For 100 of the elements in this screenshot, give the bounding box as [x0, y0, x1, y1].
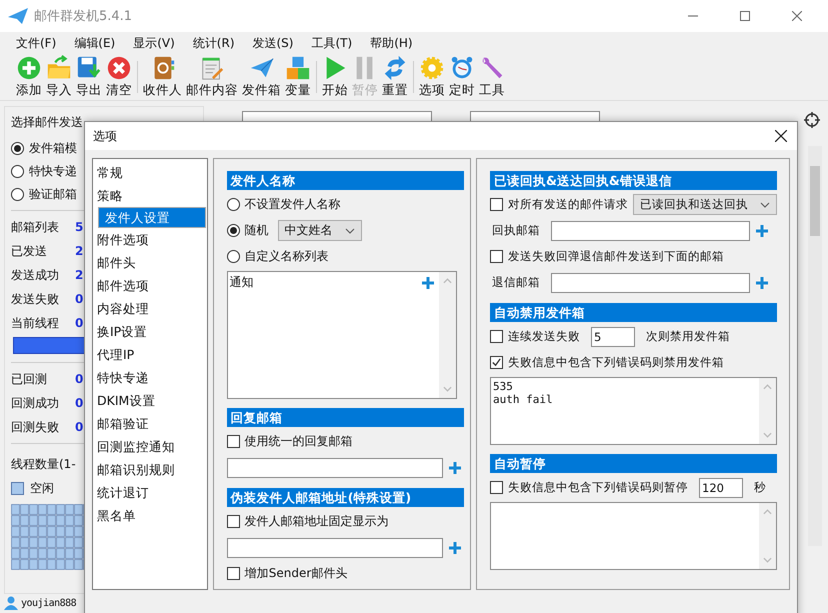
add-icon[interactable] — [421, 276, 435, 290]
refresh-icon — [382, 55, 408, 81]
radio-label: 随机 — [244, 222, 269, 239]
toolbar-button[interactable]: 定时 — [447, 55, 477, 99]
list-item[interactable]: 邮件头 — [94, 251, 206, 274]
field-suffix: 次则禁用发件箱 — [646, 329, 730, 344]
checkbox[interactable] — [226, 515, 240, 528]
checkbox-label: 增加Sender邮件头 — [244, 565, 348, 582]
dropdown[interactable]: 中文姓名 — [278, 220, 362, 241]
crosshair-icon[interactable] — [804, 112, 820, 128]
toolbar-button[interactable]: 选项 — [417, 55, 447, 99]
checkbox[interactable] — [490, 250, 503, 263]
menu-item[interactable]: 工具(T) — [311, 34, 352, 52]
checkbox-label: 对所有发送的邮件请求 — [508, 197, 628, 212]
x-circle-icon — [106, 55, 132, 81]
stat-value: 0 — [75, 372, 84, 386]
checkbox[interactable] — [490, 481, 503, 494]
section-header: 自动禁用发件箱 — [490, 303, 777, 322]
legend-label: 空闲 — [30, 480, 54, 497]
stat-value: 0 — [75, 420, 84, 434]
input-field[interactable] — [226, 538, 443, 558]
add-icon[interactable] — [448, 460, 462, 474]
toolbar-button[interactable]: 邮件内容 — [184, 55, 240, 99]
menu-item[interactable]: 帮助(H) — [370, 34, 413, 52]
window-title: 邮件群发机5.4.1 — [34, 8, 132, 25]
checkbox[interactable] — [490, 198, 503, 211]
section-header: 伪装发件人邮箱地址(特殊设置) — [226, 488, 464, 507]
gear-icon — [419, 55, 445, 81]
toolbar-button[interactable]: 工具 — [477, 55, 507, 99]
toolbar-button[interactable]: 开始 — [320, 55, 350, 99]
list-item[interactable]: 发件人设置 — [98, 207, 206, 228]
menu-item[interactable]: 编辑(E) — [74, 34, 116, 52]
checkbox-label: 发送失败回弹退信邮件发送到下面的邮箱 — [508, 249, 724, 264]
checkbox[interactable] — [490, 330, 503, 343]
toolbar-button[interactable]: 重置 — [380, 55, 410, 99]
list-item[interactable]: 代理IP — [94, 343, 206, 366]
toolbar-button[interactable]: 变量 — [283, 55, 313, 99]
radio-button[interactable] — [226, 198, 240, 211]
radio-button[interactable] — [226, 224, 240, 237]
toolbar-button[interactable]: 清空 — [104, 55, 134, 99]
plus-circle-icon — [16, 55, 42, 81]
stat-label: 已回测 — [11, 370, 48, 388]
toolbar-button[interactable]: 添加 — [14, 55, 44, 99]
menu-item[interactable]: 发送(S) — [252, 34, 294, 52]
stat-label: 发送失败 — [11, 290, 60, 308]
menu-item[interactable]: 文件(F) — [16, 34, 56, 52]
menu-item[interactable]: 统计(R) — [192, 34, 234, 52]
checkbox-label: 发件人邮箱地址固定显示为 — [244, 513, 389, 530]
scrollbar[interactable] — [808, 146, 822, 546]
list-item[interactable]: 邮件选项 — [94, 274, 206, 297]
list-item[interactable]: 特快专递 — [94, 366, 206, 389]
radio-button[interactable] — [226, 250, 240, 263]
number-field[interactable]: 5 — [591, 326, 635, 346]
stat-value: 5 — [75, 220, 84, 234]
input-field[interactable] — [551, 220, 750, 240]
radio-label: 发件箱模 — [29, 140, 77, 157]
add-icon[interactable] — [755, 276, 769, 290]
section-header: 回复邮箱 — [226, 408, 464, 427]
list-item[interactable]: 统计退订 — [94, 481, 206, 504]
stat-label: 已发送 — [11, 242, 48, 260]
section-header: 已读回执&送达回执&错误退信 — [490, 171, 777, 190]
number-field[interactable]: 120 — [699, 478, 743, 498]
list-item[interactable]: 内容处理 — [94, 297, 206, 320]
checkbox[interactable] — [226, 567, 240, 580]
radio-button[interactable] — [11, 188, 24, 201]
list-item[interactable]: 附件选项 — [94, 228, 206, 251]
maximize-icon[interactable] — [740, 11, 750, 21]
list-item[interactable]: 黑名单 — [94, 504, 206, 527]
dropdown[interactable]: 已读回执和送达回执 — [633, 194, 777, 215]
add-icon[interactable] — [755, 224, 769, 238]
chevron-down-icon — [760, 202, 770, 208]
close-icon[interactable] — [775, 130, 787, 142]
checkbox[interactable] — [226, 435, 240, 448]
list-item[interactable]: DKIM设置 — [94, 389, 206, 412]
toolbar-button[interactable]: 收件人 — [141, 55, 184, 99]
username: youjian888 — [21, 598, 76, 608]
toolbar-button[interactable]: 导入 — [44, 55, 74, 99]
list-item[interactable]: 常规 — [94, 161, 206, 184]
checkbox[interactable] — [490, 356, 503, 369]
text-area[interactable]: 通知 — [226, 271, 457, 399]
radio-label: 特快专递 — [29, 163, 77, 180]
toolbar-button[interactable]: 发件箱 — [240, 55, 283, 99]
section-header: 自动暂停 — [490, 454, 777, 473]
toolbar-button[interactable]: 导出 — [74, 55, 104, 99]
list-item[interactable]: 邮箱识别规则 — [94, 458, 206, 481]
list-item[interactable]: 邮箱验证 — [94, 412, 206, 435]
radio-button[interactable] — [11, 142, 24, 155]
list-item[interactable]: 换IP设置 — [94, 320, 206, 343]
field-suffix: 秒 — [754, 480, 766, 495]
input-field[interactable] — [226, 458, 443, 478]
folder-icon — [46, 55, 72, 81]
list-item[interactable]: 回测监控通知 — [94, 435, 206, 458]
menu-item[interactable]: 显示(V) — [133, 34, 175, 52]
text-area[interactable] — [490, 502, 777, 570]
input-field[interactable] — [551, 272, 750, 292]
list-item[interactable]: 策略 — [94, 184, 206, 207]
radio-button[interactable] — [11, 165, 24, 178]
text-area[interactable]: 535 auth fail — [490, 377, 777, 445]
stat-value: 0 — [75, 316, 84, 330]
add-icon[interactable] — [448, 540, 462, 554]
